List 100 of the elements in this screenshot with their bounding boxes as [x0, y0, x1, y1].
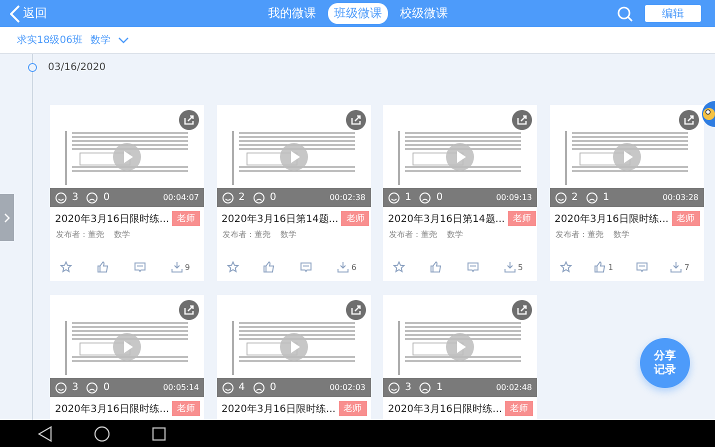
play-icon[interactable]	[446, 143, 474, 171]
back-chevron-icon	[10, 4, 20, 22]
frown-icon[interactable]	[252, 382, 265, 394]
dislike-count: 1	[602, 192, 610, 203]
teacher-badge: 老师	[505, 401, 534, 416]
smile-icon[interactable]	[388, 382, 400, 394]
thumbs-up-icon[interactable]	[263, 261, 276, 273]
dislike-count: 0	[270, 382, 276, 393]
star-icon[interactable]	[226, 261, 238, 273]
back-button[interactable]: 返回	[10, 4, 47, 22]
frown-icon[interactable]	[252, 192, 265, 204]
video-card[interactable]: 3 0 00:04:07 2020年3月16日限时练... 老师 发布者：董尧 数学 9	[50, 105, 204, 281]
class-filter[interactable]: 求实18级06班	[17, 33, 82, 47]
smile-icon[interactable]	[222, 382, 234, 394]
tab[interactable]: 我的微课	[262, 3, 322, 24]
teacher-badge: 老师	[672, 211, 700, 226]
share-icon[interactable]	[346, 300, 366, 320]
video-title: 2020年3月16日限时练...	[222, 402, 336, 416]
smile-icon[interactable]	[222, 192, 234, 204]
dislike-count: 0	[103, 382, 110, 393]
home-icon[interactable]	[94, 426, 110, 442]
thumbs-up-count: 1	[608, 262, 614, 272]
teacher-badge: 老师	[338, 401, 367, 416]
dislike-count: 0	[436, 192, 443, 203]
share-icon[interactable]	[512, 300, 532, 320]
like-count: 3	[72, 382, 78, 393]
smile-icon[interactable]	[55, 382, 67, 394]
date-label: 03/16/2020	[48, 62, 106, 73]
subject-filter[interactable]: 数学	[90, 33, 110, 47]
comment-icon[interactable]	[636, 261, 648, 273]
back-icon[interactable]	[38, 426, 52, 442]
dislike-count: 0	[270, 192, 276, 203]
tab[interactable]: 班级微课	[328, 3, 388, 24]
share-records-button[interactable]: 分享记录	[640, 338, 690, 388]
video-card[interactable]: 1 0 00:09:13 2020年3月16日第14题... 老师 发布者：董尧 数学 5	[383, 105, 537, 281]
share-icon[interactable]	[678, 110, 698, 130]
timeline-dot	[28, 63, 37, 72]
video-card[interactable]: 2 1 00:03:28 2020年3月16日限时练... 老师 发布者：董尧 数学 1 7	[550, 105, 704, 281]
share-icon[interactable]	[512, 110, 532, 130]
video-card[interactable]: 3 1 00:02:48 2020年3月16日限时练... 老师	[383, 295, 537, 420]
video-duration: 00:05:14	[163, 383, 199, 392]
play-icon[interactable]	[113, 333, 141, 361]
video-card[interactable]: 3 0 00:05:14 2020年3月16日限时练... 老师	[50, 295, 204, 420]
thumbs-up-icon[interactable]	[430, 261, 442, 273]
video-card[interactable]: 2 0 00:02:38 2020年3月16日第14题... 老师 发布者：董尧 数学 6	[216, 105, 370, 281]
search-icon[interactable]	[617, 6, 633, 22]
teacher-badge: 老师	[172, 211, 200, 226]
tab[interactable]: 校级微课	[394, 3, 454, 24]
chevron-down-icon[interactable]	[118, 36, 130, 44]
thumbs-up-icon[interactable]	[594, 261, 606, 273]
smile-icon[interactable]	[554, 192, 566, 204]
thumbs-up-icon[interactable]	[96, 261, 109, 273]
comment-icon[interactable]	[300, 261, 312, 273]
video-title: 2020年3月16日第14题...	[222, 212, 338, 226]
download-icon[interactable]	[504, 261, 516, 273]
share-icon[interactable]	[179, 110, 199, 130]
play-icon[interactable]	[113, 143, 141, 171]
like-count: 1	[405, 192, 412, 203]
play-icon[interactable]	[280, 143, 308, 171]
download-icon[interactable]	[170, 261, 183, 273]
download-icon[interactable]	[670, 261, 682, 273]
publisher-label: 发布者：董尧	[389, 229, 437, 240]
video-duration: 00:04:07	[163, 193, 199, 202]
play-icon[interactable]	[446, 333, 474, 361]
frown-icon[interactable]	[86, 192, 98, 204]
comment-icon[interactable]	[466, 261, 479, 273]
share-icon[interactable]	[179, 300, 199, 320]
video-duration: 00:02:48	[496, 383, 532, 392]
frown-icon[interactable]	[86, 382, 98, 394]
video-duration: 00:02:38	[330, 193, 366, 202]
side-drawer-handle[interactable]	[0, 194, 14, 241]
download-icon[interactable]	[337, 261, 350, 273]
smile-icon[interactable]	[388, 192, 400, 204]
edit-button[interactable]: 编辑	[645, 5, 701, 22]
comment-icon[interactable]	[134, 261, 146, 273]
video-title: 2020年3月16日限时练...	[388, 402, 502, 416]
frown-icon[interactable]	[419, 382, 432, 394]
publisher-label: 发布者：董尧	[56, 229, 104, 240]
star-icon[interactable]	[560, 261, 572, 273]
star-icon[interactable]	[60, 261, 72, 273]
smile-icon[interactable]	[55, 192, 67, 204]
subject-label: 数学	[614, 229, 630, 240]
share-icon[interactable]	[346, 110, 366, 130]
star-icon[interactable]	[393, 261, 405, 273]
frown-icon[interactable]	[419, 192, 432, 204]
recents-icon[interactable]	[152, 426, 166, 440]
dislike-count: 0	[103, 192, 110, 203]
play-icon[interactable]	[612, 143, 640, 171]
video-title: 2020年3月16日第14题...	[388, 212, 505, 226]
like-count: 2	[238, 192, 245, 203]
teacher-badge: 老师	[172, 401, 200, 416]
download-count: 7	[684, 262, 690, 272]
subject-label: 数学	[114, 229, 130, 240]
like-count: 2	[572, 192, 578, 203]
frown-icon[interactable]	[586, 192, 598, 204]
play-icon[interactable]	[280, 333, 308, 361]
video-title: 2020年3月16日限时练...	[554, 212, 669, 226]
video-title: 2020年3月16日限时练...	[55, 212, 170, 226]
video-card[interactable]: 4 0 00:02:03 2020年3月16日限时练... 老师	[216, 295, 370, 420]
dislike-count: 1	[436, 382, 443, 393]
